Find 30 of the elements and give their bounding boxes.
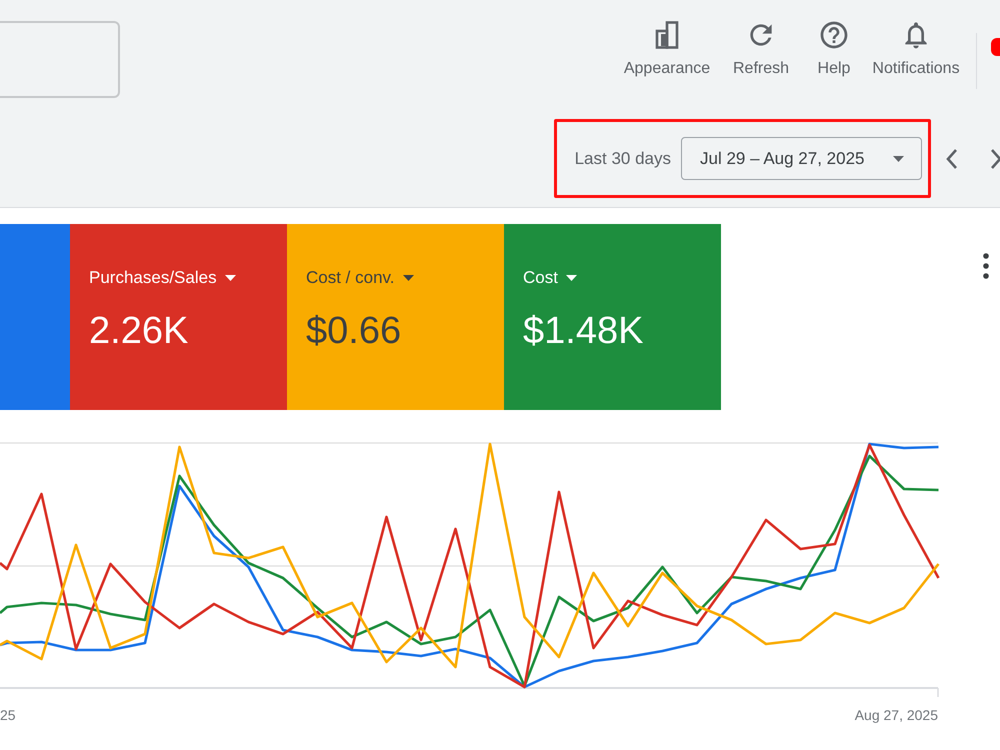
toolbar-button[interactable]: Notifications — [861, 19, 971, 79]
more-icon — [983, 253, 989, 279]
date-preset-label: Last 30 days — [574, 148, 671, 170]
metric-value: $0.66 — [306, 309, 402, 353]
metric-selector[interactable]: Cost / conv. — [306, 267, 414, 289]
search-field[interactable] — [0, 21, 120, 98]
caret-icon — [893, 156, 904, 162]
date-range-dropdown[interactable]: Jul 29 – Aug 27, 2025 — [681, 137, 922, 180]
previous-button[interactable] — [945, 148, 958, 170]
toolbar-button[interactable]: Appearance — [619, 19, 715, 79]
metric-card[interactable]: Cost $1.48K — [504, 224, 721, 410]
toolbar-button[interactable]: Refresh — [715, 19, 807, 79]
metric-selector[interactable]: Cost — [523, 267, 577, 289]
chevron-right-icon — [990, 148, 1000, 170]
help-icon — [818, 19, 850, 51]
metric-selector[interactable]: Purchases/Sales — [89, 267, 236, 289]
metric-value: 2.26K — [89, 309, 188, 353]
caret-icon — [402, 275, 414, 281]
axis-label: 25 — [0, 707, 16, 723]
toolbar-button[interactable]: Help — [807, 19, 861, 79]
axis-label: Aug 27, 2025 — [854, 707, 938, 723]
bars-icon — [655, 21, 679, 49]
chevron-left-icon — [945, 148, 958, 170]
more-button[interactable] — [983, 253, 989, 279]
caret-icon — [566, 275, 577, 281]
next-button[interactable] — [990, 148, 1000, 170]
metric-card[interactable]: Purchases/Sales 2.26K — [70, 224, 287, 410]
metric-value: $1.48K — [523, 309, 644, 353]
caret-icon — [224, 275, 236, 281]
metric-card[interactable]: Cost / conv. $0.66 — [287, 224, 504, 410]
